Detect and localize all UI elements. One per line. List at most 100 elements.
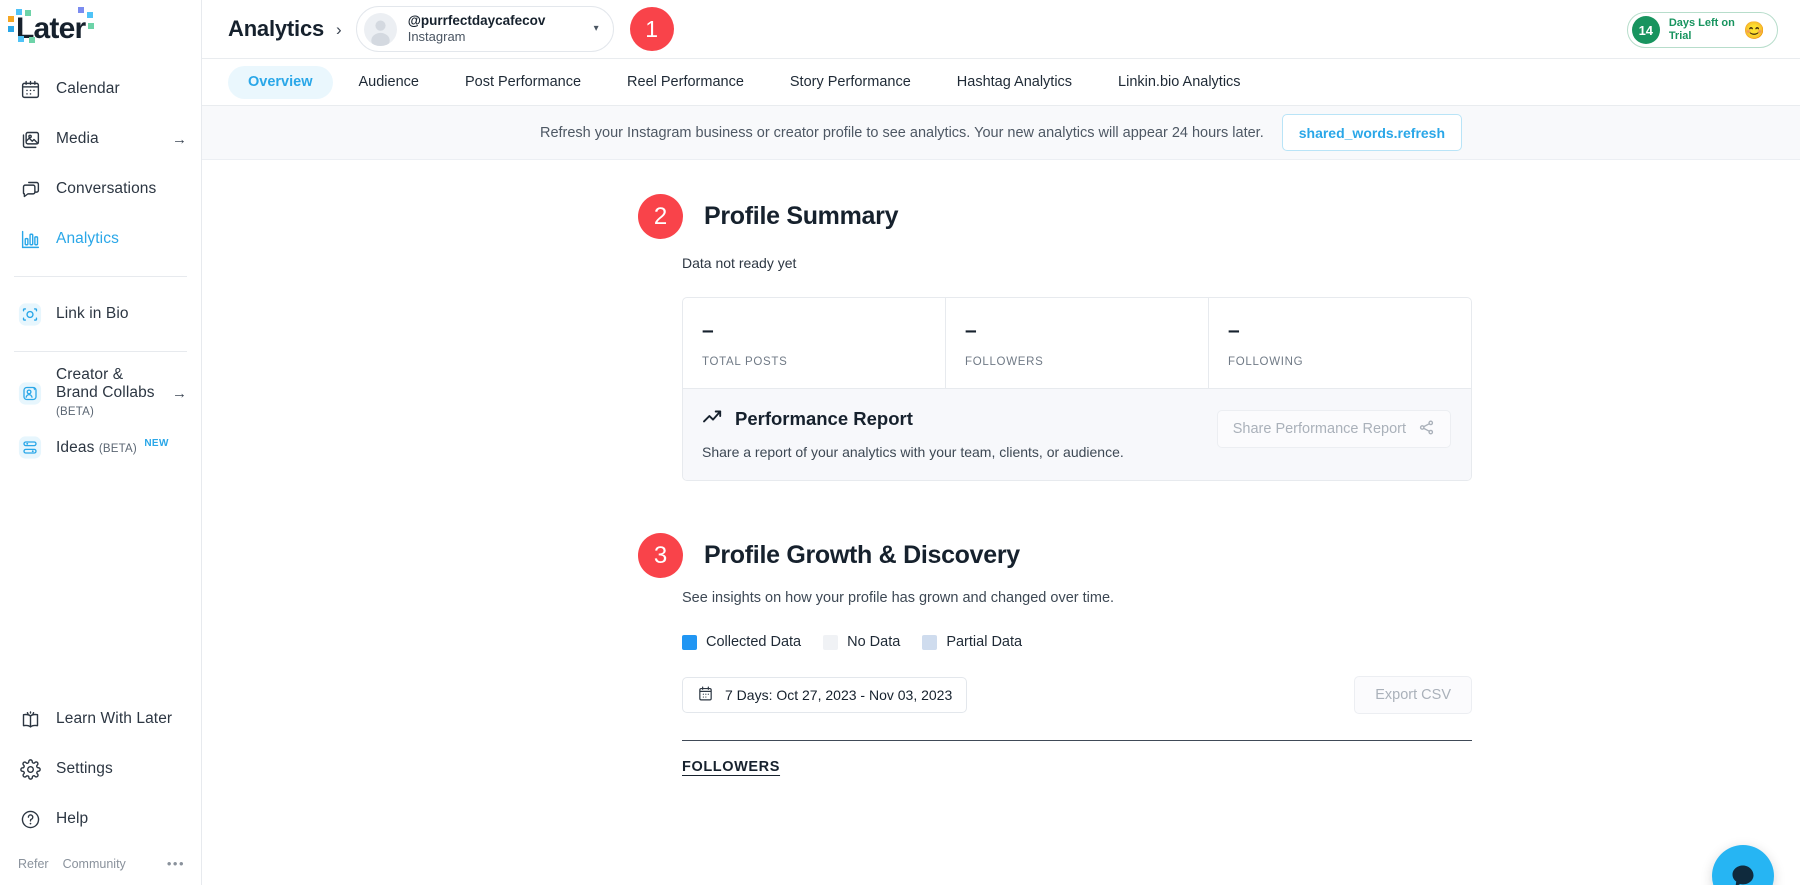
date-range-label: 7 Days: Oct 27, 2023 - Nov 03, 2023 [725,687,952,703]
refresh-banner: Refresh your Instagram business or creat… [202,106,1800,160]
tab-reel-performance[interactable]: Reel Performance [607,66,764,99]
legend-swatch [823,635,838,650]
sidebar-nav-secondary: Link in Bio [0,283,201,345]
sidebar-item-label: Creator & Brand Collabs [56,366,155,401]
analytics-tabbar: Overview Audience Post Performance Reel … [202,58,1800,106]
profile-growth-header: 3 Profile Growth & Discovery [682,533,1800,578]
sidebar-item-calendar[interactable]: Calendar [0,64,201,114]
sidebar-item-settings[interactable]: Settings [0,744,201,794]
creator-collabs-icon [18,381,42,405]
sidebar-nav-bottom: Learn With Later Settings [0,688,201,850]
stat-value: – [965,320,1208,341]
logo-wrap[interactable]: Later [0,0,201,58]
legend-swatch [922,635,937,650]
trial-label-line1: Days Left on [1669,17,1735,29]
tab-linkinbio-analytics[interactable]: Linkin.bio Analytics [1098,66,1261,99]
tab-story-performance[interactable]: Story Performance [770,66,931,99]
sidebar-item-label: Help [56,810,88,828]
refer-link[interactable]: Refer [18,857,49,871]
account-text: @purrfectdaycafecov Instagram [408,13,546,44]
calendar-icon [18,77,42,101]
profile-summary-title: Profile Summary [704,202,898,231]
profile-growth-title: Profile Growth & Discovery [704,541,1020,570]
sidebar-item-learn-with-later[interactable]: Learn With Later [0,694,201,744]
sidebar-divider-2 [14,351,187,352]
share-performance-report-button[interactable]: Share Performance Report [1217,410,1451,448]
refresh-button[interactable]: shared_words.refresh [1282,114,1462,151]
main-area: Analytics › @purrfectdaycafecov Instagra… [202,0,1800,885]
stat-total-posts: – TOTAL POSTS [683,298,946,388]
gear-icon [18,757,42,781]
tab-post-performance[interactable]: Post Performance [445,66,601,99]
tab-overview[interactable]: Overview [228,66,333,99]
sidebar-item-ideas[interactable]: Ideas (BETA) NEW [0,422,201,472]
performance-report-panel: Performance Report Share a report of you… [683,388,1471,480]
chat-bubble-icon [1729,862,1757,885]
sidebar-item-label: Calendar [56,80,120,98]
sidebar-footer: Refer Community ••• [0,850,201,885]
analytics-icon [18,227,42,251]
media-icon [18,127,42,151]
trial-status-badge[interactable]: 14 Days Left on Trial 😊 [1627,12,1778,48]
sidebar-item-creator-collabs[interactable]: Creator & Brand Collabs (BETA) → [0,364,201,422]
ideas-icon [18,435,42,459]
stat-value: – [702,320,945,341]
step-badge-2: 2 [638,194,683,239]
step-badge-3: 3 [638,533,683,578]
later-logo[interactable]: Later [16,14,85,44]
tab-audience[interactable]: Audience [339,66,439,99]
trial-label: Days Left on Trial [1669,17,1735,43]
sidebar-item-label: Analytics [56,230,119,248]
sidebar-item-beta-tag: (BETA) [99,443,137,455]
community-link[interactable]: Community [63,857,126,871]
sidebar-nav-tertiary: Creator & Brand Collabs (BETA) → [0,358,201,478]
legend-label: Partial Data [946,634,1022,650]
chat-widget-button[interactable] [1712,845,1774,885]
date-range-picker[interactable]: 7 Days: Oct 27, 2023 - Nov 03, 2023 [682,677,967,713]
stat-value: – [1228,320,1471,341]
book-icon [18,707,42,731]
profile-growth-subtitle: See insights on how your profile has gro… [682,590,1800,606]
breadcrumb-chevron-icon: › [336,21,342,38]
sidebar-item-label: Ideas [56,439,94,456]
sidebar-nav-primary: Calendar Media → [0,58,201,270]
legend-label: No Data [847,634,900,650]
stat-label: TOTAL POSTS [702,356,945,368]
performance-report-title: Performance Report [735,408,913,430]
banner-message: Refresh your Instagram business or creat… [540,125,1264,141]
growth-controls: 7 Days: Oct 27, 2023 - Nov 03, 2023 Expo… [682,676,1472,714]
sidebar-item-analytics[interactable]: Analytics [0,214,201,264]
chevron-down-icon[interactable]: ▾ [580,24,599,34]
performance-report-description: Share a report of your analytics with yo… [702,444,1217,460]
sidebar-item-link-in-bio[interactable]: Link in Bio [0,289,201,339]
sidebar-item-new-tag: NEW [144,438,169,449]
step-badge-1: 1 [630,7,674,51]
sidebar-item-help[interactable]: Help [0,794,201,844]
tab-hashtag-analytics[interactable]: Hashtag Analytics [937,66,1092,99]
profile-summary-header: 2 Profile Summary [682,194,1800,239]
sidebar-item-label: Conversations [56,180,156,198]
stats-row: – TOTAL POSTS – FOLLOWERS – FOLLOWING [683,298,1471,388]
legend-label: Collected Data [706,634,801,650]
sidebar-divider-1 [14,276,187,277]
trial-days-count: 14 [1632,16,1660,44]
data-status-text: Data not ready yet [682,255,1800,271]
smiley-icon: 😊 [1744,22,1765,39]
sidebar-item-conversations[interactable]: Conversations [0,164,201,214]
legend-item-partial: Partial Data [922,634,1022,650]
account-selector[interactable]: @purrfectdaycafecov Instagram ▾ [356,6,614,52]
sidebar-item-beta-tag: (BETA) [56,406,94,418]
stat-label: FOLLOWING [1228,356,1471,368]
sidebar-spacer [0,478,201,688]
stat-following: – FOLLOWING [1209,298,1471,388]
sidebar: Later Calendar [0,0,202,885]
profile-summary-card: – TOTAL POSTS – FOLLOWERS – FOLLOWING [682,297,1472,481]
chevron-right-icon: → [172,132,187,147]
sidebar-item-label: Learn With Later [56,710,172,728]
page-title: Analytics [228,16,324,42]
export-csv-button[interactable]: Export CSV [1354,676,1472,714]
more-options-icon[interactable]: ••• [167,856,185,871]
data-legend: Collected Data No Data Partial Data [682,634,1800,650]
followers-subsection-tab[interactable]: FOLLOWERS [682,759,780,775]
sidebar-item-media[interactable]: Media → [0,114,201,164]
